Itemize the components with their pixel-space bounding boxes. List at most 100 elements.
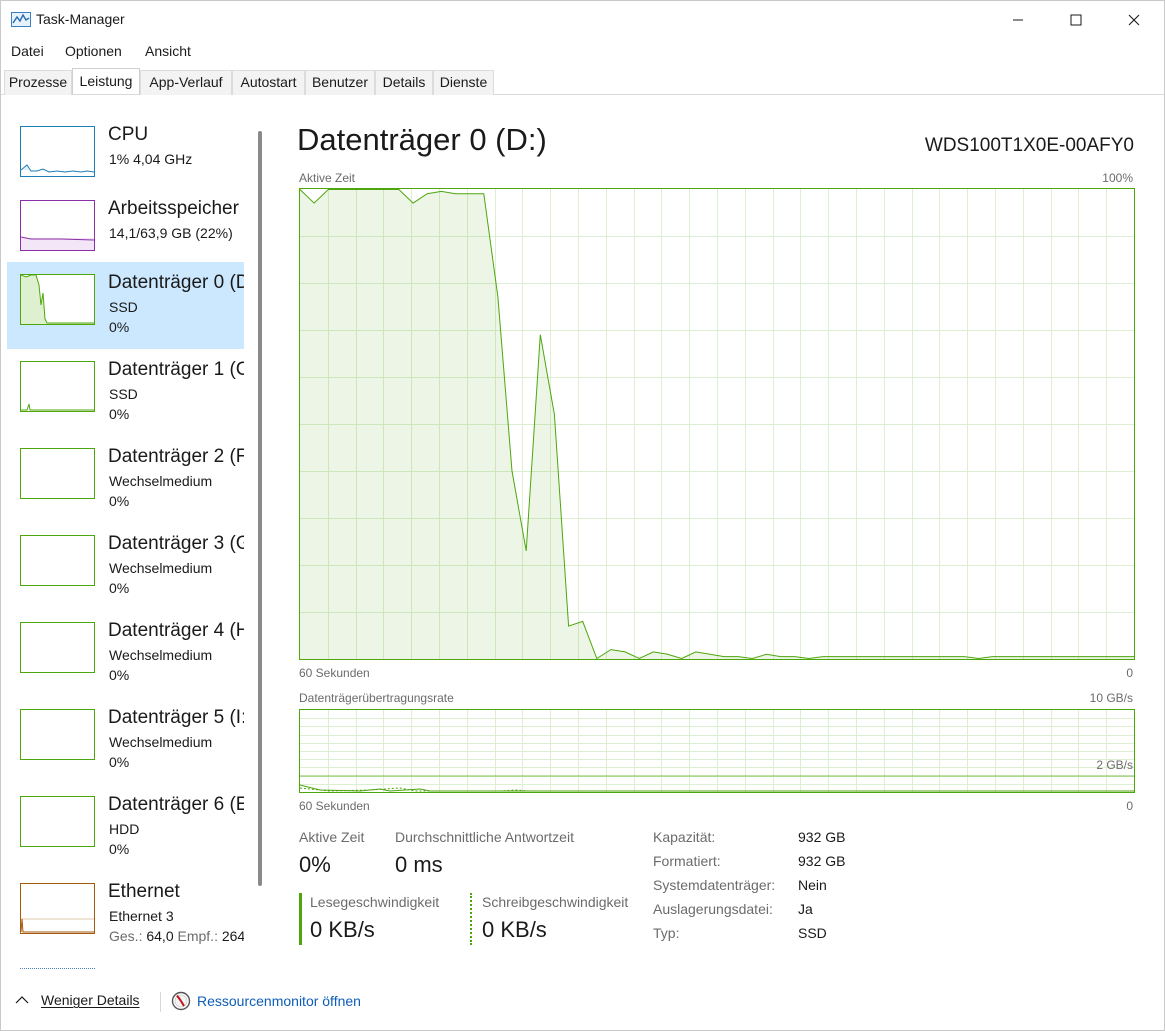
active-time-value: 0% [299, 852, 331, 877]
task-manager-app-icon [11, 12, 31, 27]
received-value: 264 [221, 928, 244, 944]
close-button[interactable] [1105, 1, 1163, 39]
footer-divider [160, 992, 161, 1012]
sidebar-item-adapter: Ethernet 3 [109, 908, 174, 924]
sidebar-item-datentraeger-1[interactable]: Datenträger 1 (C:) SSD 0% [7, 349, 244, 436]
response-time-value: 0 ms [395, 852, 443, 877]
resource-monitor-label: Ressourcenmonitor öffnen [197, 993, 361, 1009]
sidebar-item-type: SSD [109, 386, 138, 402]
active-time-graph-label: Aktive Zeit [299, 171, 356, 185]
sidebar-item-datentraeger-6[interactable]: Datenträger 6 (E:) HDD 0% [7, 784, 244, 871]
title-bar: Task-Manager [1, 1, 1164, 39]
minimize-icon [1013, 19, 1023, 21]
tab-leistung[interactable]: Leistung [72, 68, 140, 94]
tab-prozesse[interactable]: Prozesse [4, 70, 72, 95]
capacity-label: Kapazität: [653, 829, 716, 845]
sidebar-item-type: Wechselmedium [109, 647, 213, 663]
tab-autostart[interactable]: Autostart [232, 70, 305, 95]
sidebar-item-title: Datenträger 5 (I:) [108, 707, 244, 728]
disk-model: WDS100T1X0E-00AFY0 [924, 135, 1134, 156]
sidebar-item-datentraeger-0[interactable]: Datenträger 0 (D:) SSD 0% [7, 262, 244, 349]
active-time-graph-time: 60 Sekunden [299, 666, 370, 680]
sidebar-item-datentraeger-3[interactable]: Datenträger 3 (G:) Wechselmedium 0% [7, 523, 244, 610]
sidebar-item-throughput: Ges.: 64,0 Empf.: 264 [109, 928, 244, 944]
transfer-rate-graph-label: Datenträgerübertragungsrate [299, 691, 454, 705]
sidebar-item-title: Datenträger 4 (H:) [108, 620, 244, 641]
sidebar-item-datentraeger-2[interactable]: Datenträger 2 (F:) Wechselmedium 0% [7, 436, 244, 523]
maximize-button[interactable] [1047, 1, 1105, 39]
sidebar-item-type: HDD [109, 821, 140, 837]
sidebar-item-subtitle: 14,1/63,9 GB (22%) [109, 225, 233, 241]
sidebar-item-type: Wechselmedium [109, 734, 213, 750]
sidebar-item-title: Datenträger 2 (F:) [108, 446, 244, 467]
write-speed-label: Schreibgeschwindigkeit [482, 894, 629, 910]
chevron-up-icon [15, 996, 29, 1004]
sidebar-item-usage: 0% [109, 406, 130, 422]
type-value: SSD [798, 925, 827, 941]
menu-optionen[interactable]: Optionen [65, 43, 122, 59]
sidebar-item-type: SSD [109, 299, 138, 315]
sidebar-item-type: Wechselmedium [109, 473, 213, 489]
sidebar-item-usage: 0% [109, 841, 130, 857]
disk3-thumbnail-graph [20, 535, 95, 586]
active-time-chart [300, 189, 1134, 659]
formatted-value: 932 GB [798, 853, 846, 869]
sidebar-item-usage: 0% [109, 493, 130, 509]
active-time-label: Aktive Zeit [299, 829, 365, 845]
write-speed-indicator [470, 893, 472, 945]
active-time-graph-max: 100% [1102, 171, 1133, 185]
type-label: Typ: [653, 925, 680, 941]
sidebar-item-title: Datenträger 6 (E:) [108, 794, 244, 815]
read-speed-indicator [299, 893, 302, 945]
transfer-rate-graph [299, 709, 1135, 793]
disk5-thumbnail-graph [20, 709, 95, 760]
sidebar-item-datentraeger-4[interactable]: Datenträger 4 (H:) Wechselmedium 0% [7, 610, 244, 697]
sidebar-item-title: Datenträger 3 (G:) [108, 533, 244, 554]
minimize-button[interactable] [989, 1, 1047, 39]
tab-bar: Prozesse Leistung App-Verlauf Autostart … [1, 68, 1164, 95]
sent-label: Ges.: [109, 928, 143, 944]
fewer-details-button[interactable]: Weniger Details [15, 992, 140, 1008]
tab-benutzer[interactable]: Benutzer [305, 70, 375, 95]
footer: Weniger Details Ressourcenmonitor öffnen [1, 986, 1164, 1018]
formatted-label: Formatiert: [653, 853, 721, 869]
menu-datei[interactable]: Datei [11, 43, 44, 59]
active-time-graph [299, 188, 1135, 660]
resource-monitor-link[interactable]: Ressourcenmonitor öffnen [171, 991, 361, 1011]
menu-ansicht[interactable]: Ansicht [145, 43, 191, 59]
sidebar-item-ethernet[interactable]: Ethernet Ethernet 3 Ges.: 64,0 Empf.: 26… [7, 871, 244, 958]
read-speed-label: Lesegeschwindigkeit [310, 894, 440, 910]
transfer-rate-mid-label: 2 GB/s [1096, 758, 1133, 772]
sidebar-item-type: Wechselmedium [109, 560, 213, 576]
page-file-label: Auslagerungsdatei: [653, 901, 773, 917]
sent-value: 64,0 [146, 928, 174, 944]
tab-app-verlauf[interactable]: App-Verlauf [140, 70, 232, 95]
system-disk-value: Nein [798, 877, 827, 893]
disk1-thumbnail-graph [20, 361, 95, 412]
tab-details[interactable]: Details [375, 70, 433, 95]
sidebar-item-subtitle: 1% 4,04 GHz [109, 151, 193, 167]
sidebar-item-datentraeger-5[interactable]: Datenträger 5 (I:) Wechselmedium 0% [7, 697, 244, 784]
sidebar-item-usage: 0% [109, 580, 130, 596]
sidebar-item-title: CPU [108, 124, 149, 145]
active-time-graph-min: 0 [1126, 666, 1133, 680]
system-disk-label: Systemdatenträger: [653, 877, 776, 893]
page-title: Datenträger 0 (D:) [297, 122, 547, 157]
disk6-thumbnail-graph [20, 796, 95, 847]
disk4-thumbnail-graph [20, 622, 95, 673]
tab-dienste[interactable]: Dienste [433, 70, 494, 95]
menu-bar: Datei Optionen Ansicht [1, 41, 1164, 63]
sidebar-item-usage: 0% [109, 667, 130, 683]
performance-sidebar: CPU 1% 4,04 GHz Arbeitsspeicher 14,1/63,… [7, 111, 266, 971]
sidebar-item-usage: 0% [109, 754, 130, 770]
task-manager-window: Task-Manager Datei Optionen Ansicht Proz… [0, 0, 1165, 1031]
memory-thumbnail-graph [20, 200, 95, 251]
read-speed-value: 0 KB/s [310, 917, 375, 942]
transfer-rate-graph-min: 0 [1126, 799, 1133, 813]
cpu-thumbnail-graph [20, 126, 95, 177]
transfer-rate-graph-max: 10 GB/s [1089, 691, 1133, 705]
sidebar-scrollbar[interactable] [258, 131, 262, 886]
disk2-thumbnail-graph [20, 448, 95, 499]
response-time-label: Durchschnittliche Antwortzeit [395, 829, 574, 845]
maximize-icon [1070, 14, 1082, 26]
